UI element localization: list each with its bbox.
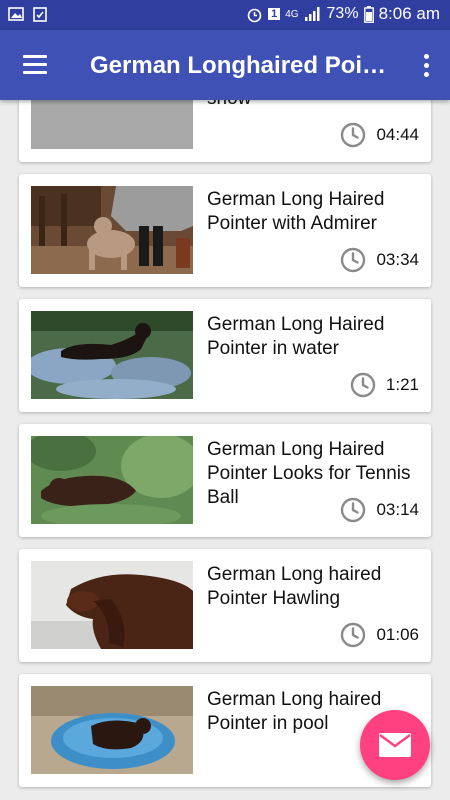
network-type: 4G — [285, 8, 299, 20]
clock-icon — [341, 247, 366, 273]
video-title: German Long Haired Pointer in water — [207, 314, 385, 359]
mail-icon — [379, 733, 411, 757]
clock-icon — [350, 372, 376, 398]
video-thumbnail — [31, 186, 193, 274]
image-notification-icon — [8, 7, 24, 21]
video-thumbnail — [31, 100, 193, 149]
mail-fab-button[interactable] — [360, 710, 430, 780]
video-card[interactable]: German Long Haired Pointer Looks for Ten… — [19, 424, 431, 537]
video-title: German Long haired Pointer Hawling — [207, 564, 382, 609]
duration-text: 1:21 — [385, 375, 419, 394]
battery-icon — [363, 5, 374, 23]
page-title: German Longhaired Poin… — [90, 52, 390, 79]
video-duration: 03:14 — [340, 497, 419, 523]
video-thumbnail — [31, 561, 193, 649]
battery-percent: 73% — [326, 5, 359, 22]
notification-icons — [8, 6, 48, 22]
system-icons: 1 4G 73% 8:06 am — [246, 4, 440, 24]
video-card[interactable]: German Long haired Pointer Hawling 01:06 — [19, 549, 431, 662]
hamburger-menu-icon[interactable] — [18, 50, 52, 80]
video-duration: 01:06 — [340, 622, 419, 648]
video-list[interactable]: pointers running in the snow 04:44 — [0, 100, 450, 800]
video-duration: 03:34 — [340, 247, 419, 273]
clock-icon — [341, 622, 366, 648]
video-duration: 04:44 — [340, 122, 419, 148]
more-vert-icon[interactable] — [418, 52, 434, 80]
video-duration: 1:21 — [350, 372, 419, 398]
video-thumbnail — [31, 436, 193, 524]
task-notification-icon — [33, 7, 47, 22]
clock-icon — [341, 497, 366, 523]
sim-badge: 1 — [268, 8, 281, 20]
duration-text: 04:44 — [376, 125, 419, 144]
clock-icon — [341, 122, 366, 148]
video-thumbnail — [31, 686, 193, 774]
clock-time: 8:06 am — [378, 4, 440, 23]
video-card[interactable]: German Long Haired Pointer in water 1:21 — [19, 299, 431, 412]
duration-text: 03:14 — [376, 500, 419, 519]
alarm-icon — [247, 8, 262, 22]
duration-text: 01:06 — [376, 625, 419, 644]
app-bar: German Longhaired Poin… — [0, 30, 450, 100]
duration-text: 03:34 — [376, 250, 419, 269]
status-bar: 1 4G 73% 8:06 am — [0, 0, 450, 30]
video-card[interactable]: German Long Haired Pointer with Admirer … — [19, 174, 431, 287]
signal-icon — [304, 7, 320, 21]
video-card[interactable]: pointers running in the snow 04:44 — [19, 100, 431, 162]
video-title: pointers running in the snow — [207, 100, 417, 111]
video-thumbnail — [31, 311, 193, 399]
video-title: German Long Haired Pointer with Admirer — [207, 189, 385, 234]
